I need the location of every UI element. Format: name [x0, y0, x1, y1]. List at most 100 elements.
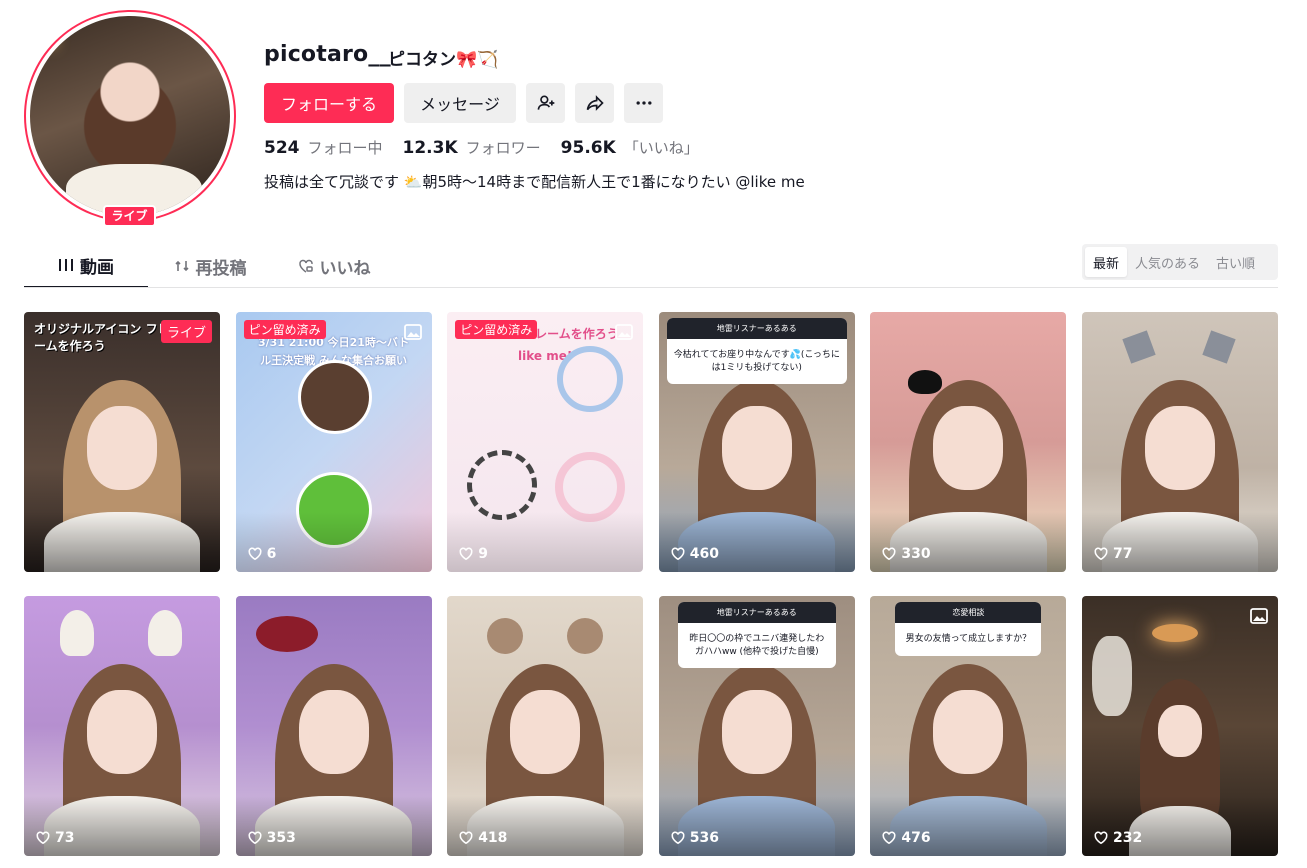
video-card[interactable]: オリジナルアイコン フレームを作ろう ライブ — [24, 312, 220, 572]
video-thumbnail-face — [721, 689, 792, 774]
avatar-lamp — [46, 36, 56, 46]
tab-likes[interactable]: いいね — [272, 244, 396, 288]
tab-reposts-label: 再投稿 — [195, 258, 247, 279]
ceiling-lamp — [1151, 624, 1198, 642]
followers-stat[interactable]: 12.3K フォロワー — [403, 137, 541, 158]
following-count: 524 — [264, 138, 300, 158]
following-label: フォロー中 — [307, 139, 383, 157]
follow-button[interactable]: フォローする — [264, 83, 394, 123]
sort-toggle: 最新 人気のある 古い順 — [1082, 244, 1278, 280]
tab-videos-label: 動画 — [80, 257, 114, 278]
video-thumbnail-face — [721, 405, 792, 490]
repost-icon — [174, 260, 189, 272]
view-count-text: 330 — [901, 546, 931, 562]
nickname: ピコタン🎀🏹 — [388, 50, 499, 70]
view-count-text: 460 — [689, 546, 720, 562]
video-card[interactable]: 77 — [1081, 312, 1278, 572]
view-count: 232 — [1094, 830, 1142, 846]
likes-label: 「いいね」 — [623, 139, 699, 157]
view-count-text: 77 — [1112, 546, 1133, 562]
bunny-ear — [148, 610, 182, 656]
video-card[interactable]: 地雷リスナーあるある 昨日〇〇の枠でユニバ連発したわ ガハハww (他枠で投げた… — [658, 596, 855, 856]
question-card-text: 昨日〇〇の枠でユニバ連発したわ ガハハww (他枠で投げた自慢) — [689, 634, 825, 657]
thumbnail-shade — [870, 512, 1067, 572]
heart-icon — [882, 547, 896, 561]
heart-icon — [459, 831, 473, 845]
view-count: 353 — [248, 830, 296, 846]
more-icon — [636, 101, 651, 105]
sort-latest[interactable]: 最新 — [1085, 247, 1128, 277]
live-badge[interactable]: ライブ — [103, 205, 156, 227]
question-card-text: 男女の友情って成立しますか？ — [905, 634, 1032, 644]
thumbnail-shade — [235, 796, 432, 856]
photo-icon — [615, 324, 634, 340]
tabs-divider — [24, 287, 1278, 288]
bear-ear — [567, 618, 604, 654]
add-friend-button[interactable] — [526, 83, 565, 123]
question-card-header: 地雷リスナーあるある — [666, 318, 847, 339]
flowers — [1091, 636, 1132, 716]
thumbnail-shade — [24, 796, 220, 856]
sort-oldest[interactable]: 古い順 — [1208, 247, 1263, 277]
hair-bow — [908, 370, 943, 394]
view-count-text: 536 — [689, 830, 720, 846]
frame-sample — [557, 346, 624, 412]
video-card[interactable]: 3/31 21:00 今日21時〜バトル王決定戦 みんな集合お願いします ピン留… — [235, 312, 432, 572]
grid-icon — [59, 259, 73, 271]
video-thumbnail-face — [1144, 405, 1215, 490]
video-thumbnail-face — [510, 689, 581, 774]
question-card: 地雷リスナーあるある 今枯れててお座り中なんです💦(こっちには1ミリも投げてない… — [666, 318, 847, 385]
question-card-header: 恋愛相談 — [895, 602, 1042, 623]
video-card[interactable]: 73 — [24, 596, 220, 856]
tab-likes-label: いいね — [319, 258, 371, 279]
heart-icon — [1094, 831, 1108, 845]
view-count: 460 — [671, 546, 719, 562]
view-count: 73 — [36, 830, 74, 846]
thumbnail-avatar — [297, 360, 372, 434]
share-button[interactable] — [575, 83, 614, 123]
video-thumbnail-face — [933, 689, 1004, 774]
add-user-icon — [537, 95, 554, 110]
video-thumbnail-face — [87, 405, 157, 490]
profile-avatar-ring[interactable] — [24, 10, 236, 222]
following-stat[interactable]: 524 フォロー中 — [264, 137, 383, 158]
view-count-text: 418 — [478, 830, 508, 846]
more-button[interactable] — [624, 83, 663, 123]
likes-count: 95.6K — [560, 138, 616, 158]
video-card[interactable]: 330 — [870, 312, 1067, 572]
pinned-tag: ピン留め済み — [455, 320, 538, 339]
heart-icon — [248, 831, 262, 845]
message-button[interactable]: メッセージ — [404, 83, 516, 123]
thumbnail-shade — [447, 512, 644, 572]
likes-stat: 95.6K 「いいね」 — [561, 137, 699, 158]
profile-tabs: 動画 再投稿 いいね — [24, 244, 396, 288]
avatar[interactable] — [30, 16, 230, 216]
photo-icon — [403, 324, 422, 340]
photo-icon — [1250, 608, 1268, 624]
heart-icon — [248, 547, 262, 561]
tab-videos[interactable]: 動画 — [24, 244, 148, 288]
thumbnail-shade — [870, 796, 1067, 856]
sort-popular[interactable]: 人気のある — [1127, 247, 1208, 277]
video-thumbnail-face — [87, 689, 157, 774]
heart-lock-icon — [298, 259, 313, 273]
bear-ear — [487, 618, 524, 654]
question-card-text: 今枯れててお座り中なんです💦(こっちには1ミリも投げてない) — [673, 350, 840, 373]
share-icon — [586, 95, 604, 111]
video-card[interactable]: 418 — [447, 596, 644, 856]
bunny-ear — [60, 610, 94, 656]
video-card[interactable]: 353 — [235, 596, 432, 856]
video-card[interactable]: アイコン フレームを作ろう like me! ピン留め済み 9 — [447, 312, 644, 572]
view-count: 6 — [248, 546, 276, 562]
thumbnail-shade — [1081, 796, 1278, 856]
video-card[interactable]: 232 — [1081, 596, 1278, 856]
thumbnail-shade — [658, 512, 855, 572]
video-card[interactable]: 恋愛相談 男女の友情って成立しますか？ 476 — [870, 596, 1067, 856]
profile-stats: 524 フォロー中 12.3K フォロワー 95.6K 「いいね」 — [264, 137, 719, 158]
video-card[interactable]: 地雷リスナーあるある 今枯れててお座り中なんです💦(こっちには1ミリも投げてない… — [658, 312, 855, 572]
heart-icon — [1094, 547, 1108, 561]
view-count: 476 — [882, 830, 931, 846]
view-count: 330 — [882, 546, 931, 562]
tab-reposts[interactable]: 再投稿 — [148, 244, 272, 288]
thumbnail-shade — [24, 512, 220, 572]
